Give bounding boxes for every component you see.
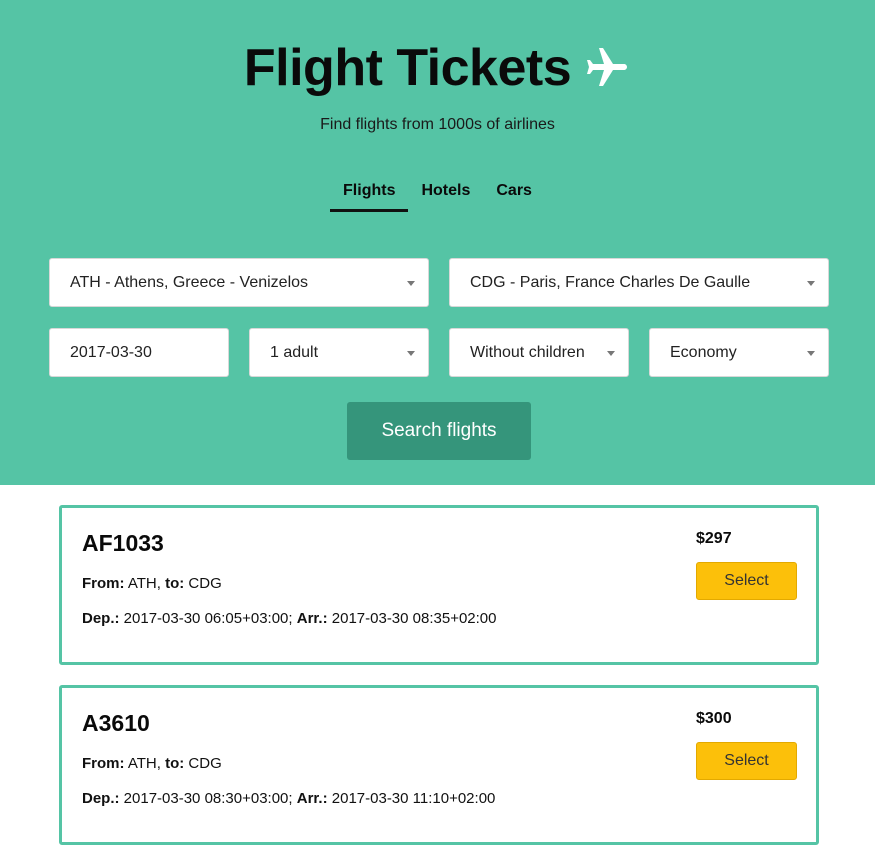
flight-result-card: A3610 From: ATH, to: CDG Dep.: 2017-03-3… — [59, 685, 819, 845]
chevron-down-icon — [807, 351, 815, 356]
arr-label: Arr.: — [296, 610, 328, 627]
flight-price: $297 — [696, 530, 732, 547]
page-title: Flight Tickets — [243, 39, 572, 97]
route-line: From: ATH, to: CDG — [82, 575, 222, 592]
destination-select[interactable]: CDG - Paris, France Charles De Gaulle — [449, 258, 829, 307]
origin-select[interactable]: ATH - Athens, Greece - Venizelos — [49, 258, 429, 307]
chevron-down-icon — [407, 281, 415, 286]
time-line: Dep.: 2017-03-30 06:05+03:00; Arr.: 2017… — [82, 610, 497, 627]
tab-cars[interactable]: Cars — [483, 182, 545, 212]
flight-code: A3610 — [82, 710, 150, 736]
arr-label: Arr.: — [296, 790, 328, 807]
tab-hotels[interactable]: Hotels — [408, 182, 483, 212]
chevron-down-icon — [407, 351, 415, 356]
children-value: Without children — [470, 343, 585, 361]
tab-flights[interactable]: Flights — [330, 182, 409, 212]
flight-code: AF1033 — [82, 530, 164, 556]
from-value: ATH — [127, 575, 157, 592]
dep-value: 2017-03-30 08:30+03:00; — [123, 790, 293, 807]
time-line: Dep.: 2017-03-30 08:30+03:00; Arr.: 2017… — [82, 790, 495, 807]
title-row: Flight Tickets — [0, 38, 875, 98]
children-select[interactable]: Without children — [449, 328, 629, 377]
arr-value: 2017-03-30 08:35+02:00 — [331, 610, 497, 627]
date-field[interactable]: 2017-03-30 — [49, 328, 229, 377]
date-value: 2017-03-30 — [70, 343, 152, 361]
page-subtitle: Find flights from 1000s of airlines — [320, 116, 555, 133]
adults-value: 1 adult — [270, 343, 319, 361]
from-value: ATH — [127, 755, 157, 772]
origin-value: ATH - Athens, Greece - Venizelos — [70, 273, 309, 291]
to-label: to: — [165, 755, 185, 772]
to-value: CDG — [188, 575, 222, 592]
cabin-value: Economy — [670, 343, 737, 361]
chevron-down-icon — [807, 281, 815, 286]
route-line: From: ATH, to: CDG — [82, 755, 222, 772]
destination-value: CDG - Paris, France Charles De Gaulle — [470, 273, 751, 291]
adults-select[interactable]: 1 adult — [249, 328, 429, 377]
chevron-down-icon — [607, 351, 615, 356]
to-value: CDG — [188, 755, 222, 772]
to-label: to: — [165, 575, 185, 592]
select-button[interactable]: Select — [696, 742, 797, 780]
from-label: From: — [82, 575, 125, 592]
from-label: From: — [82, 755, 125, 772]
arr-value: 2017-03-30 11:10+02:00 — [331, 790, 496, 807]
flight-result-card: AF1033 From: ATH, to: CDG Dep.: 2017-03-… — [59, 505, 819, 665]
tab-bar: Flights Hotels Cars — [0, 182, 875, 212]
flight-price: $300 — [696, 710, 732, 727]
dep-value: 2017-03-30 06:05+03:00; — [123, 610, 293, 627]
cabin-select[interactable]: Economy — [649, 328, 829, 377]
hero-section: Flight Tickets Find flights from 1000s o… — [0, 0, 875, 485]
search-flights-button[interactable]: Search flights — [347, 402, 531, 460]
dep-label: Dep.: — [82, 790, 120, 807]
dep-label: Dep.: — [82, 610, 120, 627]
airplane-icon — [587, 48, 628, 86]
select-button[interactable]: Select — [696, 562, 797, 600]
